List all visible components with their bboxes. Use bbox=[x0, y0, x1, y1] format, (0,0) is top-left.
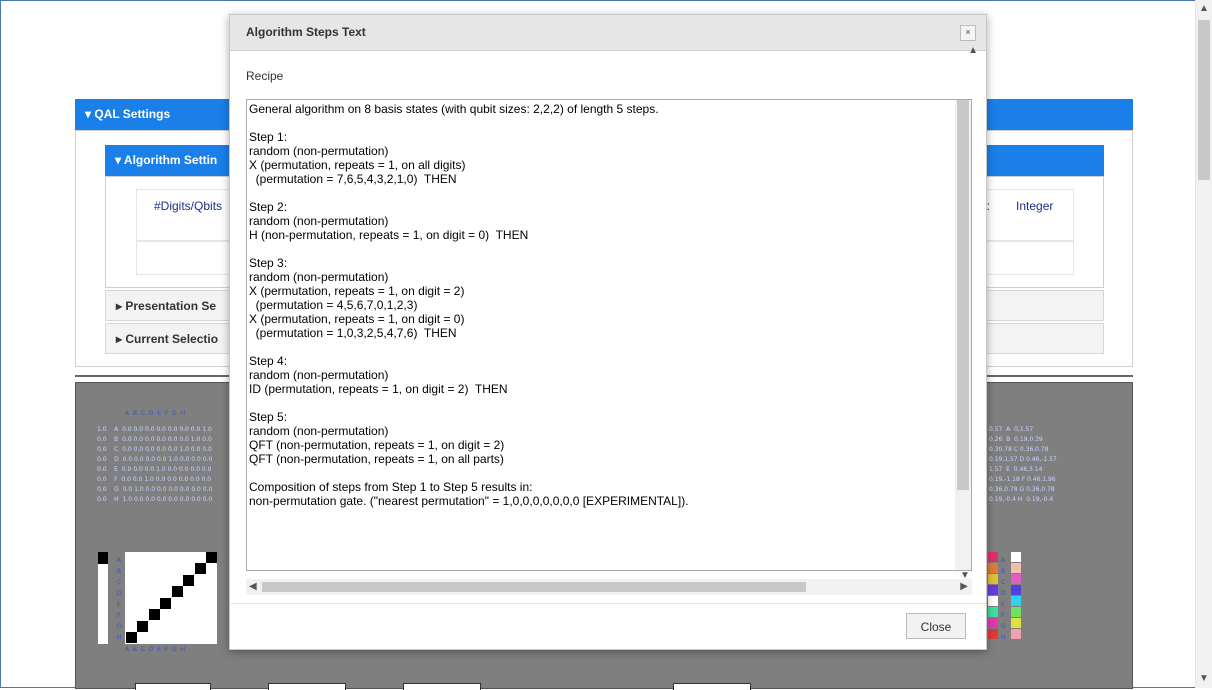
row-label: G bbox=[1001, 623, 1006, 630]
close-icon[interactable]: × bbox=[960, 25, 976, 41]
caret-right-icon: ▸ bbox=[116, 299, 126, 313]
scroll-up-icon[interactable]: ▲ bbox=[968, 45, 978, 56]
phase-row: 0.19,1.57 D 0.46,-1.57 bbox=[989, 456, 1057, 463]
algorithm-settings-title: Algorithm Settin bbox=[123, 153, 218, 167]
recipe-label: Recipe bbox=[246, 69, 284, 83]
algorithm-type-value[interactable]: Integer bbox=[1016, 199, 1053, 213]
matrix-row: 0.0 F 0.0 0.0 1.0 0.0 0.0 0.0 0.0 0.0 bbox=[97, 476, 212, 483]
browser-viewport: ▾ QAL Settings ▾ Algorithm Settin #Digit… bbox=[0, 0, 1196, 690]
dialog-title: Algorithm Steps Text bbox=[230, 15, 986, 51]
row-label: D bbox=[1001, 590, 1006, 597]
phase-row: 0.30.78 C 0.36,0.78 bbox=[989, 446, 1049, 453]
color-swatch bbox=[988, 629, 998, 639]
matrix-row: 0.0 B 0.0 0.0 0.0 0.0 0.0 0.0 1.0 0.0 bbox=[97, 436, 212, 443]
matrix-cell bbox=[206, 552, 217, 563]
row-label: C bbox=[1001, 579, 1006, 586]
color-swatch bbox=[1011, 585, 1021, 595]
color-swatch bbox=[988, 596, 998, 606]
row-label: E bbox=[1001, 601, 1005, 608]
matrix-cell bbox=[160, 598, 171, 609]
row-label: C bbox=[117, 579, 122, 586]
phase-row: 1.57 E 0.46,3.14 bbox=[989, 466, 1043, 473]
permutation-matrix bbox=[125, 552, 217, 644]
matrix-row: 0.0 E 0.0 0.0 0.0 1.0 0.0 0.0 0.0 0.0 bbox=[97, 466, 212, 473]
matrix-row: 0.0 C 0.0 0.0 0.0 0.0 0.0 1.0 0.0 0.0 bbox=[97, 446, 212, 453]
amplitude-bar-fill bbox=[98, 552, 108, 564]
matrix-cell bbox=[195, 563, 206, 574]
matrix-column-header: A B C D E F G H bbox=[125, 410, 186, 417]
color-swatch bbox=[1011, 629, 1021, 639]
color-swatch bbox=[988, 574, 998, 584]
matrix-cell bbox=[137, 621, 148, 632]
color-swatch bbox=[1011, 596, 1021, 606]
close-button[interactable]: Close bbox=[906, 613, 966, 639]
matrix-cell bbox=[183, 575, 194, 586]
page-vertical-scrollbar[interactable]: ▲ ▼ bbox=[1195, 0, 1212, 688]
matrix-row: 0.0 D 0.0 0.0 0.0 0.0 1.0 0.0 0.0 0.0 bbox=[97, 456, 213, 463]
textarea-vertical-scrollbar[interactable] bbox=[955, 100, 971, 570]
color-swatch bbox=[988, 552, 998, 562]
scrollbar-thumb[interactable] bbox=[957, 100, 969, 490]
row-label: H bbox=[117, 634, 122, 641]
color-swatch bbox=[1011, 552, 1021, 562]
phase-row: 0.19,-0.4 H 0.19,-0.4 bbox=[989, 496, 1054, 503]
textarea-horizontal-scrollbar[interactable]: ◀ ▶ bbox=[246, 579, 972, 595]
row-label: B bbox=[1001, 568, 1006, 575]
matrix-row: 1.0 A 0.0 0.0 0.0 0.0 0.0 0.0 0.0 1.0 bbox=[97, 426, 212, 433]
row-label: F bbox=[117, 612, 121, 619]
matrix-cell bbox=[172, 586, 183, 597]
caret-right-icon: ▸ bbox=[116, 332, 126, 346]
gate-button[interactable] bbox=[135, 683, 211, 690]
row-label: E bbox=[117, 601, 121, 608]
color-swatch bbox=[1011, 607, 1021, 617]
matrix-bottom-labels: A B C D E F G H bbox=[125, 646, 186, 653]
recipe-textarea[interactable]: General algorithm on 8 basis states (wit… bbox=[246, 99, 972, 571]
scroll-up-icon[interactable]: ▲ bbox=[1196, 0, 1212, 18]
caret-down-icon: ▾ bbox=[85, 107, 95, 121]
row-label: F bbox=[1001, 612, 1005, 619]
scrollbar-thumb[interactable] bbox=[1198, 20, 1210, 180]
matrix-cell bbox=[126, 632, 137, 643]
presentation-settings-title: Presentation Se bbox=[125, 299, 217, 313]
matrix-cell bbox=[149, 609, 160, 620]
amplitude-bar bbox=[98, 552, 108, 644]
color-swatch bbox=[988, 563, 998, 573]
scroll-left-icon[interactable]: ◀ bbox=[249, 581, 257, 592]
gate-button[interactable] bbox=[268, 683, 346, 690]
dialog-footer-divider bbox=[230, 603, 986, 604]
row-label: A bbox=[1001, 557, 1006, 564]
color-swatch bbox=[1011, 574, 1021, 584]
matrix-row: 0.0 G 0.0 1.0 0.0 0.0 0.0 0.0 0.0 0.0 bbox=[97, 486, 213, 493]
color-swatch bbox=[1011, 618, 1021, 628]
color-swatch bbox=[988, 585, 998, 595]
row-label: D bbox=[117, 590, 122, 597]
qal-settings-title: QAL Settings bbox=[94, 107, 171, 121]
scrollbar-thumb[interactable] bbox=[262, 582, 806, 592]
gate-button[interactable] bbox=[673, 683, 751, 690]
color-swatch bbox=[988, 607, 998, 617]
phase-row: 0.57 A 0,1.57 bbox=[989, 426, 1034, 433]
color-swatch bbox=[1011, 563, 1021, 573]
row-label: A bbox=[117, 557, 122, 564]
phase-row: 0.19,-1.18 F 0.46,1.96 bbox=[989, 476, 1056, 483]
phase-row: 0.36,0.78 G 0.36,0.78 bbox=[989, 486, 1055, 493]
gate-button[interactable] bbox=[403, 683, 481, 690]
color-swatch bbox=[988, 618, 998, 628]
recipe-text: General algorithm on 8 basis states (wit… bbox=[249, 102, 689, 508]
caret-down-icon: ▾ bbox=[115, 153, 124, 167]
scroll-down-icon[interactable]: ▼ bbox=[1196, 670, 1212, 688]
row-label: G bbox=[117, 623, 122, 630]
current-selection-title: Current Selectio bbox=[125, 332, 219, 346]
scroll-right-icon[interactable]: ▶ bbox=[960, 581, 968, 592]
matrix-row: 0.0 H 1.0 0.0 0.0 0.0 0.0 0.0 0.0 0.0 bbox=[97, 496, 213, 503]
row-label: H bbox=[1001, 634, 1006, 641]
digits-qbits-label: #Digits/Qbits bbox=[154, 199, 223, 213]
algorithm-steps-dialog: Algorithm Steps Text × ▲ Recipe General … bbox=[229, 14, 987, 650]
row-label: B bbox=[117, 568, 122, 575]
phase-row: 0.26 B 0.19,0.39 bbox=[989, 436, 1043, 443]
